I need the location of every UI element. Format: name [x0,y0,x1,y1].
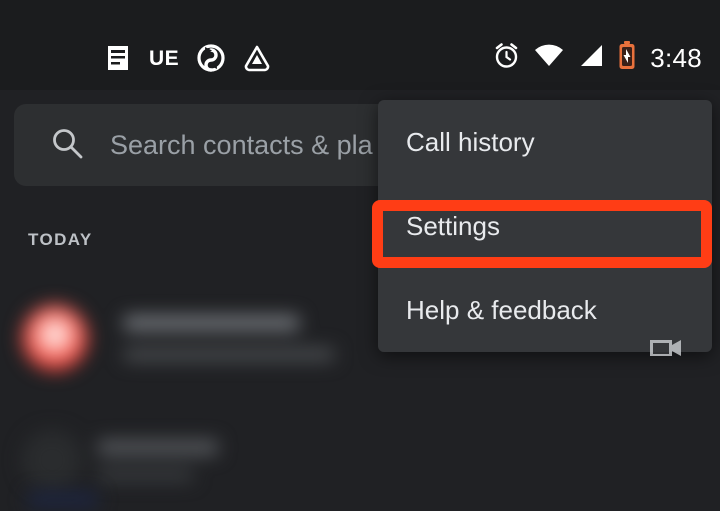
section-header-today: TODAY [28,230,93,249]
list-document-icon [105,44,131,72]
menu-item-settings[interactable]: Settings [378,184,712,268]
notification-icon-group: UE [105,40,271,76]
sync-icon [197,44,225,72]
status-bar: UE 3:48 [0,0,720,90]
system-icon-group: 3:48 [493,38,702,78]
list-item-text [28,492,98,508]
phone-screen: UE 3:48 Search contacts & pla TODAY Call… [0,0,720,511]
status-bar-clock: 3:48 [650,42,702,73]
cell-signal-icon [578,44,604,73]
overflow-menu: Call history Settings Help & feedback [378,100,712,352]
list-item-text [124,315,334,361]
search-icon [50,126,84,165]
search-input[interactable]: Search contacts & pla [110,130,373,161]
video-call-icon [650,340,681,356]
battery-charging-icon [618,41,636,75]
list-item-text [98,439,218,481]
avatar [22,430,82,490]
list-item[interactable] [22,430,218,490]
avatar [22,305,88,371]
alarm-icon [493,42,520,74]
list-item[interactable] [22,305,334,371]
wifi-icon [534,44,564,73]
drive-triangle-icon [243,44,271,72]
menu-item-call-history[interactable]: Call history [378,100,712,184]
list-item[interactable] [28,492,98,508]
ue-app-icon: UE [149,48,179,69]
ue-app-label: UE [149,46,180,70]
